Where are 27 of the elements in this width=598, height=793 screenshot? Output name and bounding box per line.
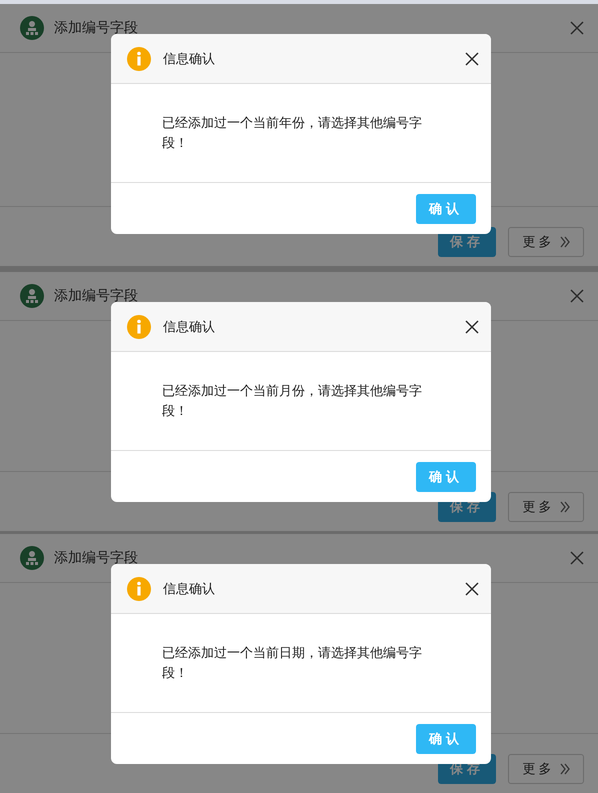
hierarchy-icon <box>20 284 44 308</box>
modal-title: 信息确认 <box>163 318 216 336</box>
info-icon <box>127 314 151 338</box>
message-text: 已经添加过一个当前日期，请选择其他编号字段！ <box>162 645 423 683</box>
double-chevron-icon <box>560 501 570 513</box>
confirm-button[interactable]: 确认 <box>416 194 476 224</box>
more-button[interactable]: 更多 <box>508 754 584 784</box>
info-icon <box>127 576 151 600</box>
more-button[interactable]: 更多 <box>508 227 584 257</box>
hierarchy-icon <box>20 546 44 570</box>
info-icon <box>127 46 151 70</box>
double-chevron-icon <box>560 763 570 775</box>
message-text: 已经添加过一个当前年份，请选择其他编号字段！ <box>162 115 423 153</box>
modal-title: 信息确认 <box>163 50 216 68</box>
more-button[interactable]: 更多 <box>508 492 584 522</box>
hierarchy-icon <box>20 16 44 40</box>
close-icon[interactable] <box>465 582 479 596</box>
dialog-title: 添加编号字段 <box>54 549 139 567</box>
double-chevron-icon <box>560 236 570 248</box>
dialog-title: 添加编号字段 <box>54 287 139 305</box>
close-icon[interactable] <box>465 52 479 66</box>
message-text: 已经添加过一个当前月份，请选择其他编号字段！ <box>162 383 423 421</box>
dialog-title: 添加编号字段 <box>54 19 139 37</box>
modal-title: 信息确认 <box>163 580 216 598</box>
close-icon[interactable] <box>465 320 479 334</box>
confirm-button[interactable]: 确认 <box>416 462 476 492</box>
confirm-button[interactable]: 确认 <box>416 724 476 754</box>
